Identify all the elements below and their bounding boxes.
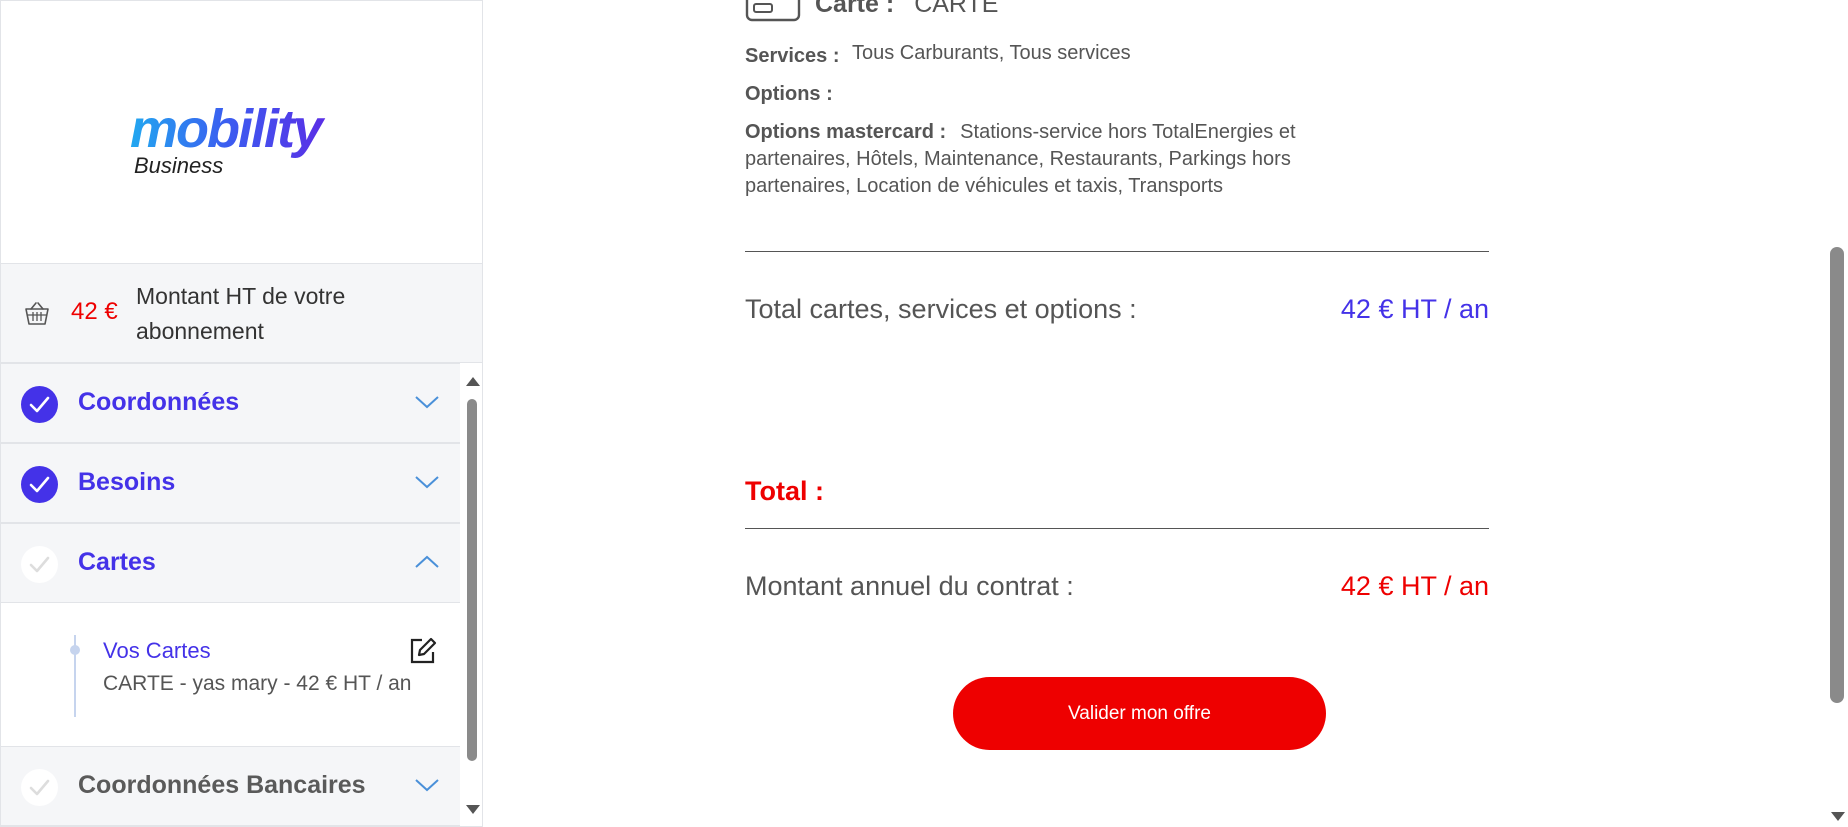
services-key: Services : [745, 45, 840, 67]
subscription-amount: 42 € [71, 298, 118, 325]
card-key: Carte : [815, 0, 895, 18]
step-label: Besoins [78, 468, 176, 496]
mastercard-options: Options mastercard : Stations-service hor… [745, 119, 1345, 200]
subscription-amount-label: Montant HT de votre abonnement [136, 283, 346, 344]
step-label: Cartes [78, 548, 156, 576]
check-done-icon [21, 386, 58, 423]
services-value: Tous Carburants, Tous services [852, 42, 1131, 64]
cards-title-link[interactable]: Vos Cartes [103, 638, 211, 664]
validate-offer-button[interactable]: Valider mon offre [953, 677, 1326, 750]
annual-amount-value: 42 € HT / an [1340, 571, 1489, 601]
sidebar-scrollbar[interactable] [462, 373, 482, 818]
subtotal-label: Total cartes, services et options : [745, 294, 1137, 324]
card-value: CARTE [914, 0, 999, 18]
chevron-down-icon [414, 777, 440, 793]
edit-icon[interactable] [407, 636, 437, 666]
steps-list: Coordonnées Besoins Cartes Vos Cartes CA… [1, 363, 460, 826]
chevron-up-icon [414, 554, 440, 570]
grand-total-label: Total : [745, 476, 824, 506]
mobility-business-logo: mobility Business [130, 99, 328, 177]
card-row: Carte : CARTE [745, 0, 998, 22]
step-cartes[interactable]: Cartes [1, 523, 460, 603]
check-pending-icon [21, 769, 58, 806]
offer-summary: Carte : CARTE Services : Tous Carburants… [483, 0, 1828, 827]
cards-panel: Vos Cartes CARTE - yas mary - 42 € HT / … [1, 603, 460, 745]
scroll-up-icon[interactable] [466, 377, 480, 386]
divider [745, 251, 1489, 252]
subtotal-value: 42 € HT / an [1340, 294, 1489, 324]
step-coordonnees[interactable]: Coordonnées [1, 363, 460, 443]
annual-amount-label: Montant annuel du contrat : [745, 571, 1074, 601]
credit-card-icon [745, 0, 801, 22]
logo[interactable]: mobility Business [1, 1, 482, 263]
scrollbar-thumb[interactable] [1830, 247, 1844, 703]
scroll-down-icon[interactable] [1831, 812, 1845, 821]
step-coordonnees-bancaires[interactable]: Coordonnées Bancaires [1, 746, 460, 826]
chevron-down-icon [414, 474, 440, 490]
divider [745, 528, 1489, 529]
scrollbar-thumb[interactable] [467, 399, 477, 761]
basket-icon [25, 302, 49, 325]
check-pending-icon [21, 546, 58, 583]
scroll-down-icon[interactable] [466, 805, 480, 814]
step-label: Coordonnées [78, 388, 240, 416]
timeline-dot [70, 645, 80, 655]
step-besoins[interactable]: Besoins [1, 443, 460, 523]
subscription-amount-bar: 42 € Montant HT de votre abonnement [1, 263, 482, 363]
svg-text:Business: Business [134, 153, 223, 177]
check-done-icon [21, 466, 58, 503]
sidebar: mobility Business 42 € Montant HT de vot… [0, 0, 483, 827]
options-key: Options : [745, 83, 833, 105]
mastercard-options-key: Options mastercard : [745, 121, 947, 143]
step-label: Coordonnées Bancaires [78, 771, 366, 799]
page-scrollbar[interactable] [1828, 0, 1848, 827]
card-summary: CARTE - yas mary - 42 € HT / an [103, 672, 412, 695]
chevron-down-icon [414, 394, 440, 410]
svg-text:mobility: mobility [130, 99, 326, 159]
